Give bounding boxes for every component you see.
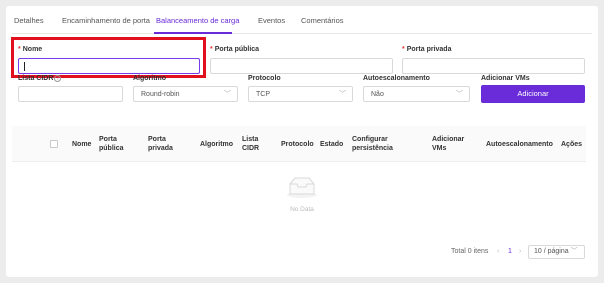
tab-encaminhamento-de-porta[interactable]: Encaminhamento de porta [62, 16, 150, 25]
lista-cidr-input[interactable] [18, 86, 123, 102]
adicionar-button[interactable]: Adicionar [481, 85, 585, 103]
tab-comentarios[interactable]: Comentários [301, 16, 344, 25]
info-icon[interactable]: i [54, 75, 62, 82]
active-tab-indicator [154, 32, 232, 34]
col-nome: Nome [72, 141, 92, 148]
col-adicionar-vms: Adicionar VMs [432, 136, 465, 152]
protocolo-label: Protocolo [248, 75, 281, 82]
col-protocolo: Protocolo [281, 141, 314, 148]
col-porta-publica: Porta pública [99, 136, 124, 152]
algoritmo-label: Algoritmo [133, 75, 167, 82]
tab-balanceamento-de-carga[interactable]: Balanceamento de carga [156, 16, 239, 25]
chevron-down-icon: ﹀ [339, 91, 346, 98]
col-porta-privada: Porta privada [148, 136, 173, 152]
adicionar-vms-label: Adicionar VMs [481, 75, 530, 82]
highlight-box [11, 37, 206, 78]
porta-privada-input[interactable] [402, 58, 585, 74]
chevron-down-icon: ﹀ [224, 91, 231, 98]
algoritmo-select[interactable]: Round-robin ﹀ [133, 86, 238, 102]
col-configurar-persistencia: Configurar persistência [352, 136, 393, 152]
tab-bar: Detalhes Encaminhamento de porta Balance… [12, 14, 592, 34]
next-page-icon[interactable]: › [519, 248, 521, 255]
tab-detalhes[interactable]: Detalhes [14, 16, 44, 25]
col-estado: Estado [320, 141, 344, 148]
page-number[interactable]: 1 [508, 248, 512, 255]
lista-cidr-label: Lista CIDR i [18, 75, 62, 82]
protocolo-select[interactable]: TCP ﹀ [248, 86, 353, 102]
porta-privada-label: * Porta privada [402, 46, 452, 53]
pagination-total: Total 0 itens [451, 248, 489, 255]
empty-text: No Data [290, 206, 314, 213]
prev-page-icon[interactable]: ‹ [497, 248, 499, 255]
tab-eventos[interactable]: Eventos [258, 16, 285, 25]
table-header: Nome Porta pública Porta privada Algorit… [12, 126, 586, 162]
porta-publica-input[interactable] [210, 58, 393, 74]
autoescalonamento-select[interactable]: Não ﹀ [363, 86, 470, 102]
empty-box-icon [287, 177, 317, 198]
col-autoescalonamento: Autoescalonamento [486, 141, 553, 148]
col-acoes: Ações [561, 141, 583, 148]
chevron-down-icon: ﹀ [456, 91, 463, 98]
select-all-checkbox[interactable] [50, 140, 58, 148]
porta-publica-label: * Porta pública [210, 46, 260, 53]
chevron-down-icon: ﹀ [570, 248, 578, 255]
col-lista-cidr: Lista CIDR [242, 136, 260, 152]
col-algoritmo: Algoritmo [200, 141, 234, 148]
page-size-select[interactable]: 10 / página ﹀ [528, 245, 585, 259]
autoescalonamento-label: Autoescalonamento [363, 75, 430, 82]
